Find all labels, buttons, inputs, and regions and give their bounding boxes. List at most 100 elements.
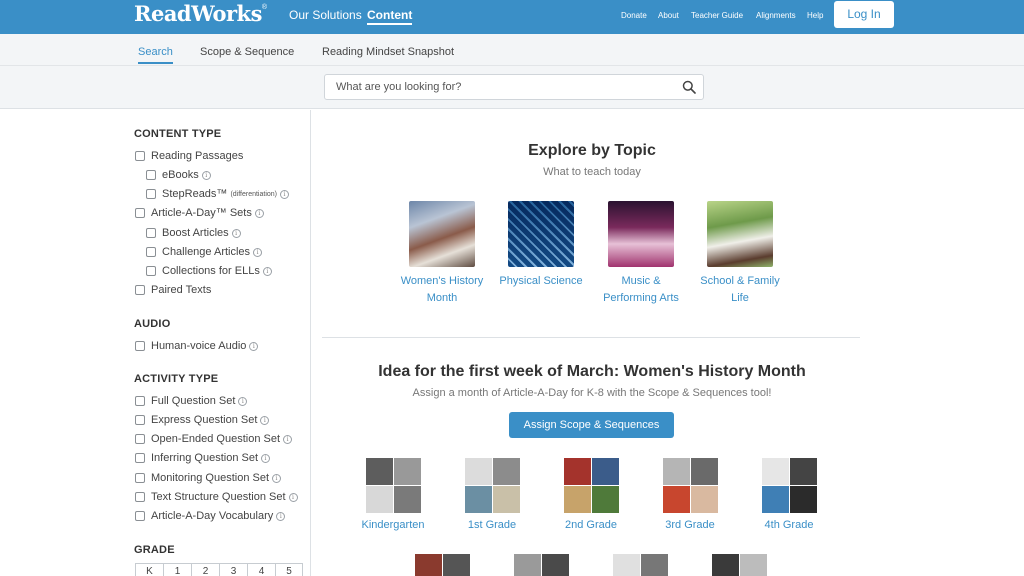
grade-card-1st[interactable]: 1st Grade [452, 458, 532, 531]
filter-human-voice-audio[interactable]: Human-voice Audio i [135, 340, 259, 352]
filter-inferring-question-set[interactable]: Inferring Question Set i [135, 452, 271, 464]
filter-text-structure-question-set[interactable]: Text Structure Question Set i [135, 491, 298, 503]
readworks-logo[interactable]: ReadWorks® [134, 1, 267, 26]
topic-physical-science[interactable]: Physical Science [491, 201, 591, 290]
login-button[interactable]: Log In [834, 1, 894, 28]
grade-image [464, 458, 520, 513]
content-type-heading: CONTENT TYPE [134, 128, 222, 140]
grade-card-4th[interactable]: 4th Grade [749, 458, 829, 531]
tab-scope-sequence[interactable]: Scope & Sequence [200, 46, 294, 58]
filter-challenge-articles[interactable]: Challenge Articles i [146, 246, 263, 258]
grade-option-3[interactable]: 3 [219, 563, 247, 576]
checkbox[interactable] [146, 170, 156, 180]
filter-article-a-day-sets[interactable]: Article-A-Day™ Sets i [135, 207, 264, 219]
grade-card-2nd[interactable]: 2nd Grade [551, 458, 631, 531]
grade-image [613, 554, 668, 576]
checkbox[interactable] [135, 453, 145, 463]
info-icon[interactable]: i [288, 492, 298, 502]
filter-article-a-day-vocabulary[interactable]: Article-A-Day Vocabulary i [135, 510, 286, 522]
nav-teacher-guide[interactable]: Teacher Guide [691, 11, 743, 20]
nav-donate[interactable]: Donate [621, 11, 647, 20]
checkbox[interactable] [135, 434, 145, 444]
checkbox[interactable] [146, 189, 156, 199]
explore-subtitle: What to teach today [543, 166, 641, 178]
section-divider [322, 337, 860, 338]
filter-reading-passages[interactable]: Reading Passages [135, 150, 243, 162]
info-icon[interactable]: i [238, 396, 248, 406]
search-box [324, 74, 704, 100]
top-bar: ReadWorks® Our Solutions Content Donate … [0, 0, 1024, 34]
checkbox[interactable] [135, 492, 145, 502]
filter-monitoring-question-set[interactable]: Monitoring Question Set i [135, 472, 282, 484]
info-icon[interactable]: i [253, 247, 263, 257]
checkbox[interactable] [135, 473, 145, 483]
nav-about[interactable]: About [658, 11, 679, 20]
checkbox[interactable] [135, 415, 145, 425]
topic-music-performing-arts[interactable]: Music & Performing Arts [591, 201, 691, 307]
info-icon[interactable]: i [280, 189, 290, 199]
checkbox[interactable] [135, 511, 145, 521]
filter-express-question-set[interactable]: Express Question Set i [135, 414, 270, 426]
info-icon[interactable]: i [201, 170, 211, 180]
audio-heading: AUDIO [134, 318, 171, 330]
filter-stepreads[interactable]: StepReads™ (differentiation) i [146, 188, 290, 200]
topic-image [608, 201, 674, 267]
grade-option-2[interactable]: 2 [191, 563, 219, 576]
idea-subtitle: Assign a month of Article-A-Day for K-8 … [412, 387, 772, 399]
topic-image [508, 201, 574, 267]
search-input[interactable] [325, 75, 665, 99]
grade-option-5[interactable]: 5 [275, 563, 303, 576]
grade-image [563, 458, 619, 513]
filter-open-ended-question-set[interactable]: Open-Ended Question Set i [135, 433, 293, 445]
idea-title: Idea for the first week of March: Women'… [378, 363, 806, 380]
checkbox[interactable] [135, 151, 145, 161]
grade-option-k[interactable]: K [135, 563, 163, 576]
tab-reading-mindset-snapshot[interactable]: Reading Mindset Snapshot [322, 46, 454, 58]
checkbox[interactable] [135, 208, 145, 218]
search-band [0, 66, 1024, 109]
grade-option-4[interactable]: 4 [247, 563, 275, 576]
info-icon[interactable]: i [272, 473, 282, 483]
topic-image [409, 201, 475, 267]
info-icon[interactable]: i [231, 228, 241, 238]
info-icon[interactable]: i [254, 208, 264, 218]
filter-full-question-set[interactable]: Full Question Set i [135, 395, 248, 407]
grade-image [514, 554, 569, 576]
grade-card-3rd[interactable]: 3rd Grade [650, 458, 730, 531]
nav-content[interactable]: Content [367, 8, 413, 25]
grade-image [712, 554, 767, 576]
filter-collections-for-ells[interactable]: Collections for ELLs i [146, 265, 272, 277]
nav-alignments[interactable]: Alignments [756, 11, 796, 20]
info-icon[interactable]: i [261, 453, 271, 463]
search-icon[interactable] [682, 80, 696, 94]
explore-title: Explore by Topic [528, 142, 656, 159]
activity-type-heading: ACTIVITY TYPE [134, 373, 219, 385]
grade-card-kindergarten[interactable]: Kindergarten [353, 458, 433, 531]
grade-option-1[interactable]: 1 [163, 563, 191, 576]
filter-boost-articles[interactable]: Boost Articles i [146, 227, 241, 239]
info-icon[interactable]: i [283, 434, 293, 444]
topic-school-family-life[interactable]: School & Family Life [690, 201, 790, 307]
checkbox[interactable] [135, 396, 145, 406]
filter-paired-texts[interactable]: Paired Texts [135, 284, 211, 296]
info-icon[interactable]: i [249, 341, 259, 351]
filter-ebooks[interactable]: eBooks i [146, 169, 211, 181]
info-icon[interactable]: i [262, 266, 272, 276]
checkbox[interactable] [135, 285, 145, 295]
grade-image [761, 458, 817, 513]
checkbox[interactable] [135, 341, 145, 351]
nav-our-solutions[interactable]: Our Solutions [289, 8, 362, 22]
grade-image [662, 458, 718, 513]
grade-selector: K 1 2 3 4 5 [135, 563, 303, 576]
tab-search[interactable]: Search [138, 46, 173, 64]
sub-navigation: Search Scope & Sequence Reading Mindset … [0, 34, 1024, 66]
checkbox[interactable] [146, 266, 156, 276]
assign-scope-sequences-button[interactable]: Assign Scope & Sequences [509, 412, 674, 438]
topic-womens-history-month[interactable]: Women's History Month [392, 201, 492, 307]
checkbox[interactable] [146, 228, 156, 238]
nav-help[interactable]: Help [807, 11, 823, 20]
grade-image [415, 554, 470, 576]
info-icon[interactable]: i [276, 511, 286, 521]
info-icon[interactable]: i [260, 415, 270, 425]
checkbox[interactable] [146, 247, 156, 257]
